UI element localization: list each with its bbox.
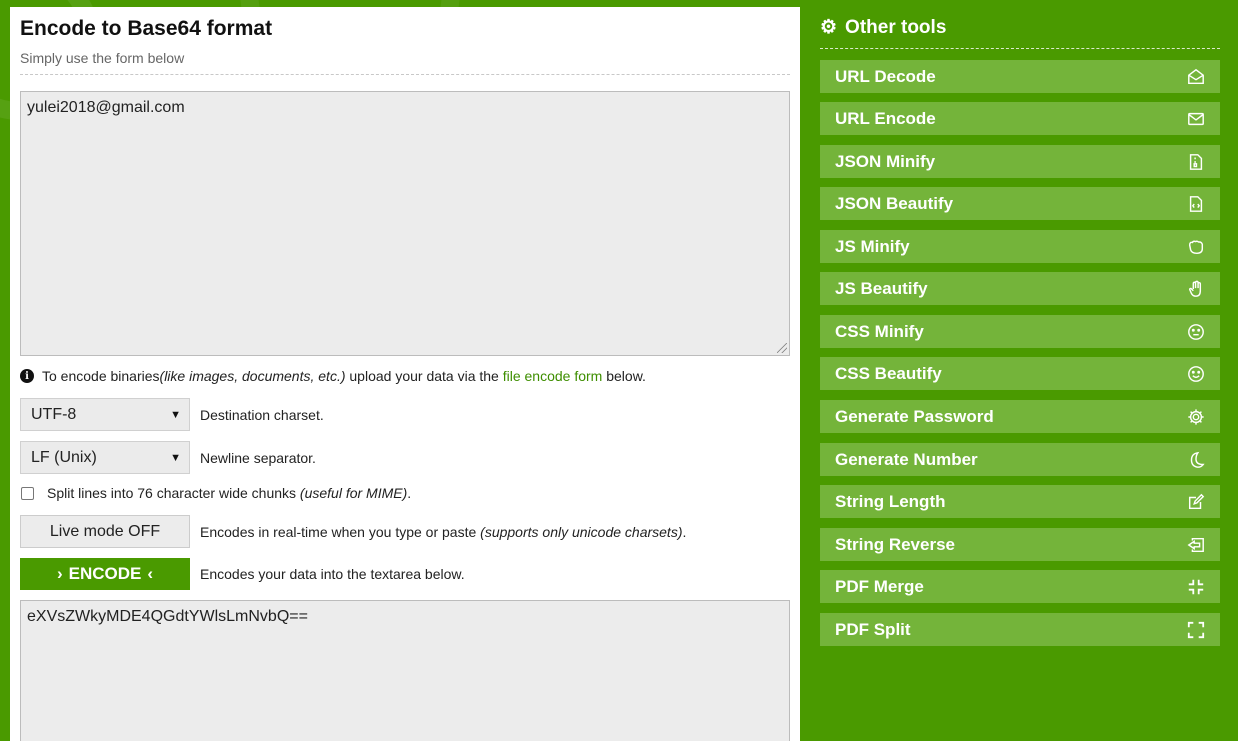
hand-rock-icon [1186, 237, 1206, 257]
live-label-italic: (supports only unicode charsets) [480, 523, 683, 540]
cog-icon [1186, 407, 1206, 427]
tool-label: JS Minify [835, 236, 910, 256]
reply-icon [1186, 535, 1206, 555]
tool-label: JSON Beautify [835, 193, 954, 213]
encode-button[interactable]: › ENCODE ‹ [20, 558, 190, 590]
info-icon: i [20, 369, 34, 383]
input-textarea[interactable]: yulei2018@gmail.com [20, 91, 790, 356]
file-code-icon [1186, 194, 1206, 214]
envelope-icon [1186, 109, 1206, 129]
sidebar-divider [820, 48, 1220, 49]
info-text-middle: upload your data via the [345, 368, 503, 384]
newline-value: LF (Unix) [31, 448, 97, 466]
newline-select[interactable]: LF (Unix) ▼ [20, 441, 190, 474]
page-title: Encode to Base64 format [20, 17, 273, 40]
tool-string-length[interactable]: String Length [820, 485, 1220, 518]
chevron-left-icon: ‹ [147, 564, 154, 583]
info-text-suffix: below. [602, 368, 646, 384]
resize-handle[interactable] [777, 343, 787, 353]
dropdown-arrow-icon: ▼ [170, 451, 181, 464]
moon-icon [1186, 450, 1206, 470]
output-textarea[interactable]: eXVsZWkyMDE4QGdtYWlsLmNvbQ== [20, 600, 790, 741]
tool-label: PDF Split [835, 619, 911, 639]
charset-value: UTF-8 [31, 405, 77, 423]
live-row: Live mode OFF Encodes in real-time when … [20, 515, 686, 548]
tool-pdf-merge[interactable]: PDF Merge [820, 570, 1220, 603]
tool-css-beautify[interactable]: CSS Beautify [820, 357, 1220, 390]
chevron-right-icon: › [56, 564, 63, 583]
encode-row: › ENCODE ‹ Encodes your data into the te… [20, 558, 465, 590]
live-label: Encodes in real-time when you type or pa… [200, 523, 481, 540]
file-zipper-icon [1186, 152, 1206, 172]
split-label-suffix: . [407, 485, 412, 501]
live-label-suffix: . [682, 523, 687, 540]
divider [20, 74, 790, 75]
input-text: yulei2018@gmail.com [27, 99, 185, 116]
split-row: Split lines into 76 character wide chunk… [20, 485, 411, 501]
tool-label: CSS Minify [835, 321, 924, 341]
smile-face-icon [1186, 364, 1206, 384]
output-text: eXVsZWkyMDE4QGdtYWlsLmNvbQ== [27, 608, 308, 625]
compress-icon [1186, 577, 1206, 597]
tool-label: JS Beautify [835, 278, 928, 298]
other-tools-heading: ⚙ Other tools [820, 16, 946, 39]
edit-icon [1186, 492, 1206, 512]
tool-label: CSS Beautify [835, 363, 942, 383]
live-mode-button[interactable]: Live mode OFF [20, 515, 190, 548]
tool-json-beautify[interactable]: JSON Beautify [820, 187, 1220, 220]
tool-generate-password[interactable]: Generate Password [820, 400, 1220, 433]
tool-generate-number[interactable]: Generate Number [820, 443, 1220, 476]
page-subtitle: Simply use the form below [20, 50, 185, 66]
tool-url-encode[interactable]: URL Encode [820, 102, 1220, 135]
tool-label: Generate Password [835, 406, 994, 426]
encode-button-label: ENCODE [68, 564, 142, 583]
split-label: Split lines into 76 character wide chunk… [47, 485, 300, 501]
charset-row: UTF-8 ▼ Destination charset. [20, 398, 324, 431]
tool-label: URL Decode [835, 66, 936, 86]
tool-pdf-split[interactable]: PDF Split [820, 613, 1220, 646]
tool-label: String Reverse [835, 534, 955, 554]
expand-icon [1186, 620, 1206, 640]
tool-label: Generate Number [835, 449, 978, 469]
tool-url-decode[interactable]: URL Decode [820, 60, 1220, 93]
file-encode-link[interactable]: file encode form [503, 368, 603, 384]
dropdown-arrow-icon: ▼ [170, 408, 181, 421]
other-tools-label: Other tools [845, 16, 947, 38]
main-panel: Encode to Base64 format Simply use the f… [10, 7, 800, 741]
newline-row: LF (Unix) ▼ Newline separator. [20, 441, 316, 474]
tool-label: URL Encode [835, 108, 936, 128]
info-text-prefix: To encode binaries [42, 368, 160, 384]
tool-css-minify[interactable]: CSS Minify [820, 315, 1220, 348]
charset-select[interactable]: UTF-8 ▼ [20, 398, 190, 431]
tool-js-beautify[interactable]: JS Beautify [820, 272, 1220, 305]
tool-label: String Length [835, 491, 946, 511]
tool-label: PDF Merge [835, 576, 924, 596]
binary-info: i To encode binaries (like images, docum… [20, 368, 646, 384]
tool-label: JSON Minify [835, 151, 936, 171]
newline-label: Newline separator. [200, 449, 316, 466]
split-checkbox[interactable] [21, 486, 34, 500]
encode-label: Encodes your data into the textarea belo… [200, 566, 465, 582]
info-text-italic: (like images, documents, etc.) [159, 368, 346, 384]
gear-icon: ⚙ [820, 17, 838, 38]
tool-json-minify[interactable]: JSON Minify [820, 145, 1220, 178]
hand-paper-icon [1186, 279, 1206, 299]
split-label-italic: (useful for MIME) [299, 485, 408, 501]
tool-js-minify[interactable]: JS Minify [820, 230, 1220, 263]
envelope-open-icon [1186, 67, 1206, 87]
meh-face-icon [1186, 322, 1206, 342]
tool-string-reverse[interactable]: String Reverse [820, 528, 1220, 561]
charset-label: Destination charset. [200, 406, 324, 423]
